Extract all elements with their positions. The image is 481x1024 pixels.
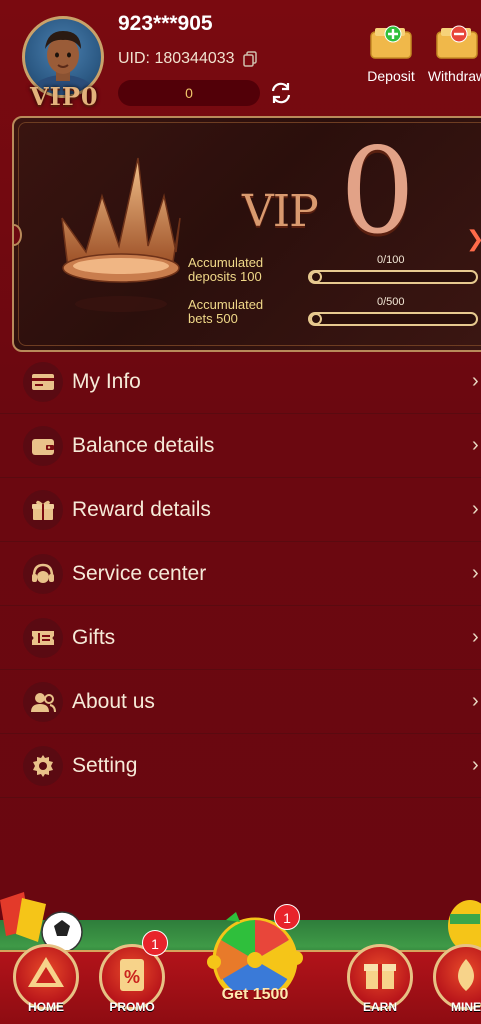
menu-item-reward-details[interactable]: Reward details ›: [0, 478, 481, 542]
card-next-icon[interactable]: ❯: [466, 226, 481, 252]
menu-item-service-center[interactable]: Service center ›: [0, 542, 481, 606]
bets-progress-text: 0/500: [377, 296, 405, 308]
mine-icon: [458, 959, 474, 991]
menu-item-balance-details[interactable]: Balance details ›: [0, 414, 481, 478]
menu-item-gifts[interactable]: Gifts ›: [0, 606, 481, 670]
home-icon: [28, 957, 64, 987]
nav-mine-label: MINE: [451, 1000, 481, 1014]
withdraw-button[interactable]: Withdraw: [427, 24, 481, 84]
card-icon: [23, 362, 63, 402]
svg-text:%: %: [124, 967, 140, 987]
username: 923***905: [118, 12, 213, 35]
menu-label: Reward details: [72, 498, 211, 521]
lucky-wheel-label: Get 1500: [221, 986, 289, 1003]
chevron-right-icon: ›: [472, 754, 479, 776]
menu-label: My Info: [72, 370, 141, 393]
nav-earn-label: EARN: [362, 1000, 397, 1014]
menu-item-about-us[interactable]: About us ›: [0, 670, 481, 734]
menu-label: About us: [72, 690, 155, 713]
deposits-label: Accumulated deposits 100: [188, 255, 264, 284]
ticket-icon: [23, 618, 63, 658]
chevron-right-icon: ›: [472, 626, 479, 648]
deposits-progress-knob: [310, 271, 322, 283]
bottom-navigation: HOME % PROMO 1 Get 1500 1 EARN MINE: [0, 890, 481, 1024]
gift-icon: [23, 490, 63, 530]
withdraw-wallet-icon: [435, 24, 479, 60]
menu-item-my-info[interactable]: My Info ›: [0, 350, 481, 414]
bets-progress-knob: [310, 313, 322, 325]
refresh-icon[interactable]: [268, 80, 294, 106]
chevron-right-icon: ›: [472, 690, 479, 712]
earn-gift-icon: [364, 964, 396, 989]
wallet-icon: [23, 426, 63, 466]
deposits-progress-text: 0/100: [377, 254, 405, 266]
deposit-button[interactable]: Deposit: [361, 24, 421, 84]
profile-menu: My Info › Balance details › Reward detai…: [0, 350, 481, 798]
nav-lucky-wheel[interactable]: Get 1500 1: [196, 904, 314, 1024]
chevron-right-icon: ›: [472, 370, 479, 392]
nav-home[interactable]: HOME: [8, 944, 84, 1022]
menu-label: Gifts: [72, 626, 116, 649]
bets-label: Accumulated bets 500: [188, 297, 264, 326]
promo-icon: %: [120, 959, 144, 991]
balance-display: 0: [118, 80, 260, 106]
promo-badge: 1: [142, 930, 168, 956]
avatar[interactable]: VIP0: [22, 16, 104, 111]
chevron-right-icon: ›: [472, 498, 479, 520]
uid-text: UID: 180344033: [118, 50, 235, 67]
withdraw-label: Withdraw: [427, 68, 481, 84]
copy-icon[interactable]: [242, 51, 257, 67]
chevron-right-icon: ›: [472, 434, 479, 456]
nav-mine[interactable]: MINE: [428, 944, 481, 1022]
uid-row: UID: 180344033: [118, 50, 257, 68]
vip-level-number: 0: [340, 122, 416, 260]
nav-promo-label: PROMO: [109, 1000, 155, 1014]
deposits-progress-bar: [308, 270, 478, 284]
crown-icon: [61, 157, 181, 312]
nav-home-label: HOME: [28, 1000, 64, 1014]
users-icon: [23, 682, 63, 722]
deposit-label: Deposit: [367, 68, 415, 84]
profile-header: VIP0 923***905 UID: 180344033 0 Deposit …: [0, 0, 481, 112]
nav-promo[interactable]: % PROMO 1: [94, 930, 170, 1022]
vip-word: VIP: [242, 186, 319, 237]
wheel-badge: 1: [274, 904, 300, 930]
menu-label: Setting: [72, 754, 138, 777]
headset-icon: [23, 554, 63, 594]
deposit-wallet-icon: [369, 24, 413, 60]
menu-label: Balance details: [72, 434, 215, 457]
vip-level-badge: VIP0: [30, 82, 99, 111]
menu-item-setting[interactable]: Setting ›: [0, 734, 481, 798]
chevron-right-icon: ›: [472, 562, 479, 584]
nav-earn[interactable]: EARN: [342, 944, 418, 1022]
bets-progress-bar: [308, 312, 478, 326]
gear-icon: [23, 746, 63, 786]
menu-label: Service center: [72, 562, 207, 585]
card-notch: [14, 224, 22, 246]
vip-card[interactable]: VIP 0 ❯ Accumulateddeposits 100 0/100 Ac…: [12, 116, 481, 352]
